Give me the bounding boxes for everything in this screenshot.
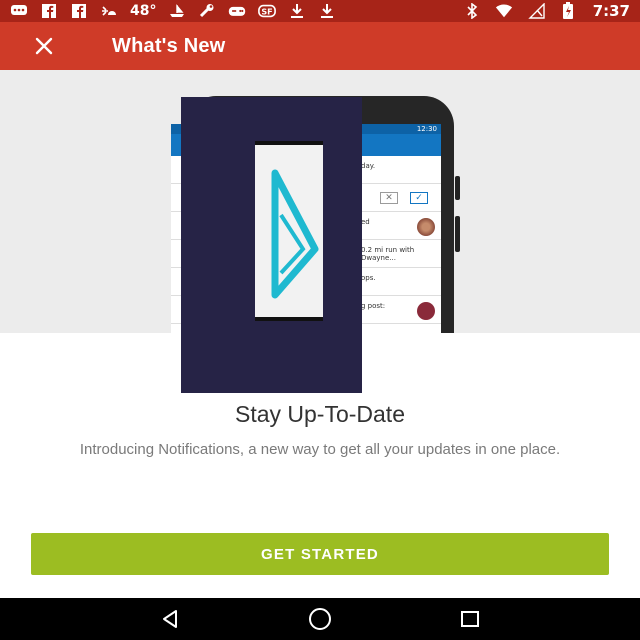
app-logo — [181, 97, 362, 393]
feature-description: Introducing Notifications, a new way to … — [79, 441, 561, 458]
recents-icon — [461, 611, 479, 627]
boat-icon — [168, 3, 186, 19]
app-icon: SF — [258, 3, 277, 19]
svg-text:SF: SF — [262, 7, 273, 17]
back-icon — [163, 610, 177, 628]
download-icon — [318, 3, 336, 19]
page-title: What's New — [112, 34, 226, 57]
phone-dismiss-icon: ✕ — [380, 192, 398, 204]
phone-side-button — [455, 176, 460, 200]
weather-icon — [100, 3, 118, 19]
phone-status-time: 12:30 — [416, 125, 437, 133]
messages-icon — [10, 3, 28, 19]
facebook-icon — [40, 3, 58, 19]
logo-card — [255, 141, 323, 321]
close-icon — [35, 37, 53, 55]
close-button[interactable] — [22, 24, 66, 68]
feature-heading: Stay Up-To-Date — [234, 401, 405, 427]
status-bar: 48° SF 7:37 — [0, 0, 640, 22]
recents-button[interactable] — [450, 599, 490, 639]
bluetooth-icon — [463, 3, 481, 19]
home-button[interactable] — [300, 599, 340, 639]
get-started-button[interactable]: GET STARTED — [31, 533, 609, 575]
gamepad-icon — [228, 3, 246, 19]
battery-icon — [559, 2, 577, 19]
temperature-text: 48° — [130, 3, 157, 19]
clock-text: 7:37 — [592, 2, 630, 20]
app-bar: What's New — [0, 22, 640, 70]
wrench-icon — [198, 3, 216, 19]
download-icon — [288, 3, 306, 19]
home-icon — [309, 608, 331, 630]
phone-check-icon: ✓ — [410, 192, 428, 204]
phone-avatar — [417, 302, 435, 320]
back-button[interactable] — [150, 599, 190, 639]
phone-avatar — [417, 218, 435, 236]
app-logo-icon — [271, 169, 319, 299]
no-signal-icon — [527, 3, 545, 19]
phone-side-button — [455, 216, 460, 252]
facebook-icon — [70, 3, 88, 19]
wifi-icon — [495, 3, 513, 19]
system-nav-bar — [0, 598, 640, 640]
